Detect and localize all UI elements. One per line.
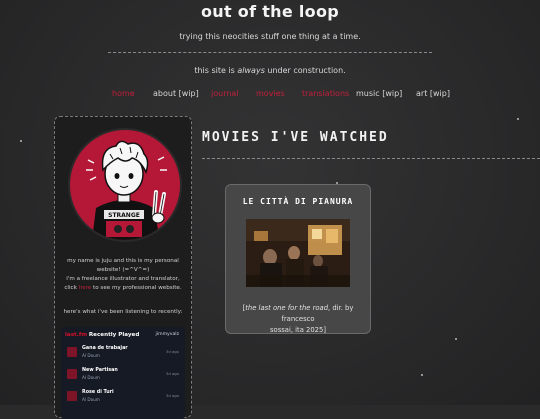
site-tagline: trying this neocities stuff one thing at… [179, 32, 361, 41]
movie-caption: [the last one for the road, dir. by fran… [226, 303, 370, 336]
widget-username[interactable]: jimmyvalz [156, 332, 179, 337]
listening-label: here's what i've been listening to recen… [63, 309, 183, 315]
track-row[interactable]: Rose di Turi Al Doum 3d ago [65, 389, 183, 405]
star-dot [455, 338, 457, 340]
bio-line: click here to see my professional websit… [61, 284, 185, 293]
caption-line: sossai, ita 2025] [270, 326, 326, 334]
professional-site-link[interactable]: here [79, 285, 92, 291]
bio-click-text: click [64, 285, 79, 291]
track-artist: Al Doum [82, 375, 100, 380]
section-divider [202, 158, 540, 159]
nav-item-movies[interactable]: movies [256, 89, 285, 98]
album-art-icon [67, 369, 77, 379]
widget-header: last.fm Recently Played [65, 332, 139, 338]
track-time: 3d ago [165, 393, 179, 398]
album-art-icon [67, 391, 77, 401]
track-row[interactable]: Gana de trabajar Al Doum 3d ago [65, 345, 183, 361]
header-divider [108, 52, 432, 53]
nav-item-translations[interactable]: translations [302, 89, 349, 98]
bio-after-text: to see my professional website. [91, 285, 182, 291]
main-nav: home about [wip] journal movies translat… [0, 89, 540, 101]
profile-bio: my name is juju and this is my personal … [61, 257, 185, 293]
track-artist: Al Doum [82, 353, 100, 358]
track-artist: Al Doum [82, 397, 100, 402]
movie-still-image [246, 219, 350, 287]
avatar-shirt-text: STRANGE [108, 212, 140, 219]
construction-emphasis: always [237, 66, 265, 75]
caption-line: [the last one for the road, dir. by fran… [226, 303, 370, 325]
nav-item-about[interactable]: about [wip] [153, 89, 199, 98]
movie-card[interactable]: LE CITTÀ DI PIANURA [the last one for th… [225, 184, 371, 334]
site-title: out of the loop [200, 2, 339, 21]
star-dot [20, 140, 22, 142]
construction-suffix: under construction. [264, 66, 346, 75]
track-time: 3d ago [165, 349, 179, 354]
bio-line: website! (=^V^=) [96, 267, 150, 273]
section-title: MOVIES I'VE WATCHED [202, 130, 389, 145]
nav-item-art[interactable]: art [wip] [416, 89, 450, 98]
avatar: STRANGE [68, 128, 182, 242]
avatar-illustration: STRANGE [86, 140, 167, 240]
track-name: Gana de trabajar [82, 346, 128, 351]
nav-item-music[interactable]: music [wip] [356, 89, 402, 98]
nav-item-journal[interactable]: journal [211, 89, 239, 98]
track-name: Rose di Turi [82, 390, 114, 395]
lastfm-widget: last.fm Recently Played jimmyvalz Gana d… [61, 327, 185, 419]
construction-prefix: this site is [194, 66, 238, 75]
star-dot [421, 374, 423, 376]
track-name: New Partisan [82, 368, 118, 373]
lastfm-logo: last.fm [65, 332, 88, 338]
album-art-icon [67, 347, 77, 357]
movie-title: LE CITTÀ DI PIANURA [242, 197, 354, 206]
star-dot [517, 118, 519, 120]
nav-item-home[interactable]: home [112, 89, 135, 98]
movie-still-illustration [246, 219, 350, 287]
track-row[interactable]: New Partisan Al Doum 3d ago [65, 367, 183, 383]
track-time: 3d ago [165, 371, 179, 376]
profile-sidebar: STRANGE my name is juju and this is my p… [54, 116, 192, 419]
widget-heading: Recently Played [88, 332, 140, 338]
bio-line: i'm a freelance illustrator and translat… [66, 276, 180, 282]
caption-english-title: the last one for the road [245, 304, 329, 312]
bio-line: my name is juju and this is my personal [67, 258, 179, 264]
construction-notice: this site is always under construction. [0, 66, 540, 75]
